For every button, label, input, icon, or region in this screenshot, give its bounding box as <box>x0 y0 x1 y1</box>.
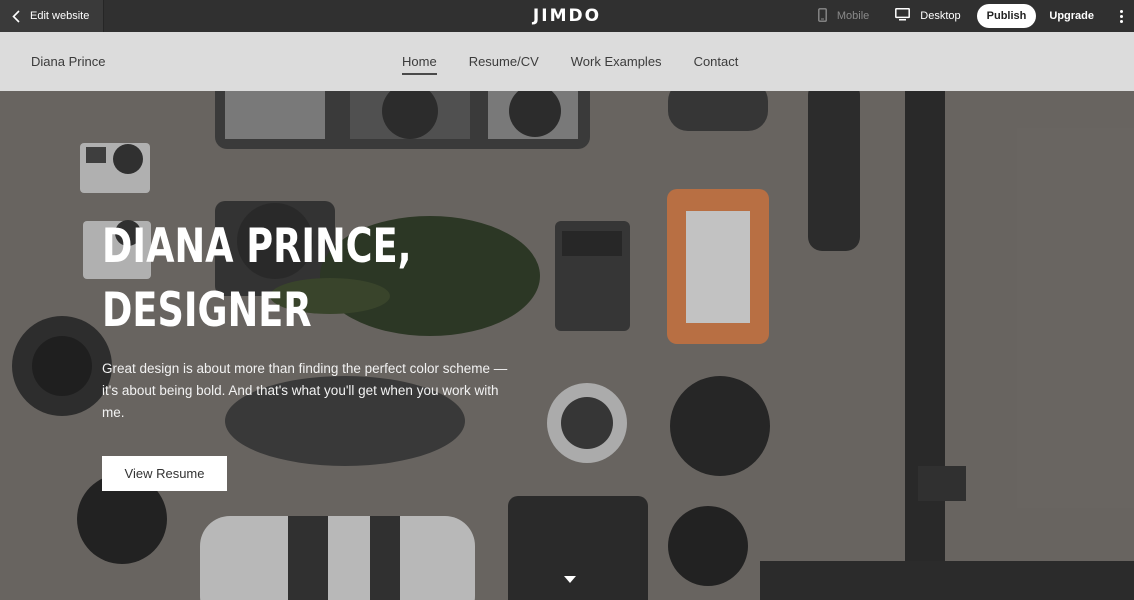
hero-section: DIANA PRINCE, DESIGNER Great design is a… <box>0 91 1134 600</box>
phone-icon <box>817 7 827 25</box>
nav-item-contact[interactable]: Contact <box>694 54 739 69</box>
site-name[interactable]: Diana Prince <box>31 54 105 69</box>
nav-item-resume[interactable]: Resume/CV <box>469 54 539 69</box>
mobile-label: Mobile <box>836 10 870 22</box>
edit-website-label: Edit website <box>30 10 90 22</box>
desktop-view-button[interactable]: Desktop <box>895 8 961 24</box>
more-options-icon[interactable] <box>1114 9 1128 23</box>
desktop-label: Desktop <box>920 10 961 22</box>
main-menu: Home Resume/CV Work Examples Contact <box>402 54 739 75</box>
hero-dark-overlay <box>0 91 1134 600</box>
view-resume-button[interactable]: View Resume <box>102 456 227 491</box>
site-header: Diana Prince Home Resume/CV Work Example… <box>0 32 1134 91</box>
nav-item-work-examples[interactable]: Work Examples <box>571 54 662 69</box>
scroll-down-arrow-icon[interactable] <box>564 571 576 589</box>
nav-item-home[interactable]: Home <box>402 54 437 75</box>
mobile-view-button[interactable]: Mobile <box>817 7 870 25</box>
chevron-left-icon <box>12 9 20 23</box>
monitor-icon <box>895 8 911 24</box>
edit-website-button[interactable]: Edit website <box>0 0 105 32</box>
jimdo-logo: JIMDO <box>532 6 602 26</box>
publish-button[interactable]: Publish <box>976 4 1037 28</box>
editor-toolbar: Edit website JIMDO Mobile Desktop Publis… <box>0 0 1134 32</box>
hero-description: Great design is about more than finding … <box>102 361 508 420</box>
hero-title: DIANA PRINCE, DESIGNER <box>102 219 412 338</box>
upgrade-link[interactable]: Upgrade <box>1049 10 1094 22</box>
